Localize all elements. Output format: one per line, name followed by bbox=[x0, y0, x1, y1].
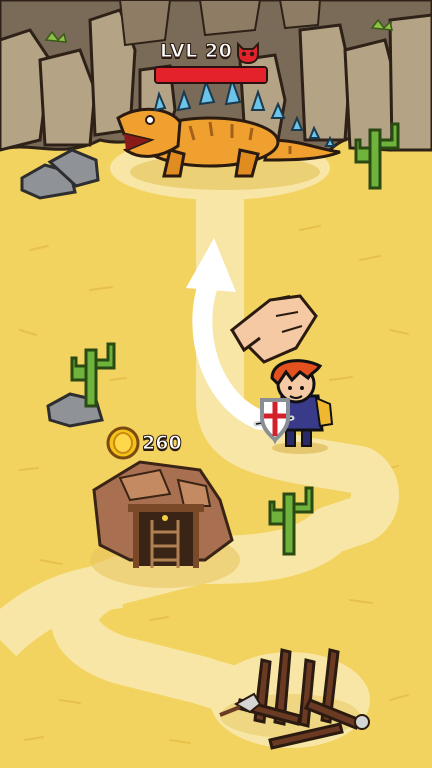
boss-level-label: LVL 20 bbox=[159, 40, 233, 63]
gold-coin-icon bbox=[106, 426, 140, 460]
map-scene bbox=[0, 0, 432, 768]
boss-health-bar bbox=[154, 66, 268, 84]
boss-hud: LVL 20 bbox=[150, 40, 290, 88]
boss-health-fill bbox=[156, 68, 266, 82]
red-skull-icon bbox=[237, 42, 259, 64]
reward-amount: 260 bbox=[142, 432, 183, 455]
game-map[interactable]: LVL 20 260 bbox=[0, 0, 432, 768]
mine-reward[interactable]: 260 bbox=[106, 426, 196, 460]
